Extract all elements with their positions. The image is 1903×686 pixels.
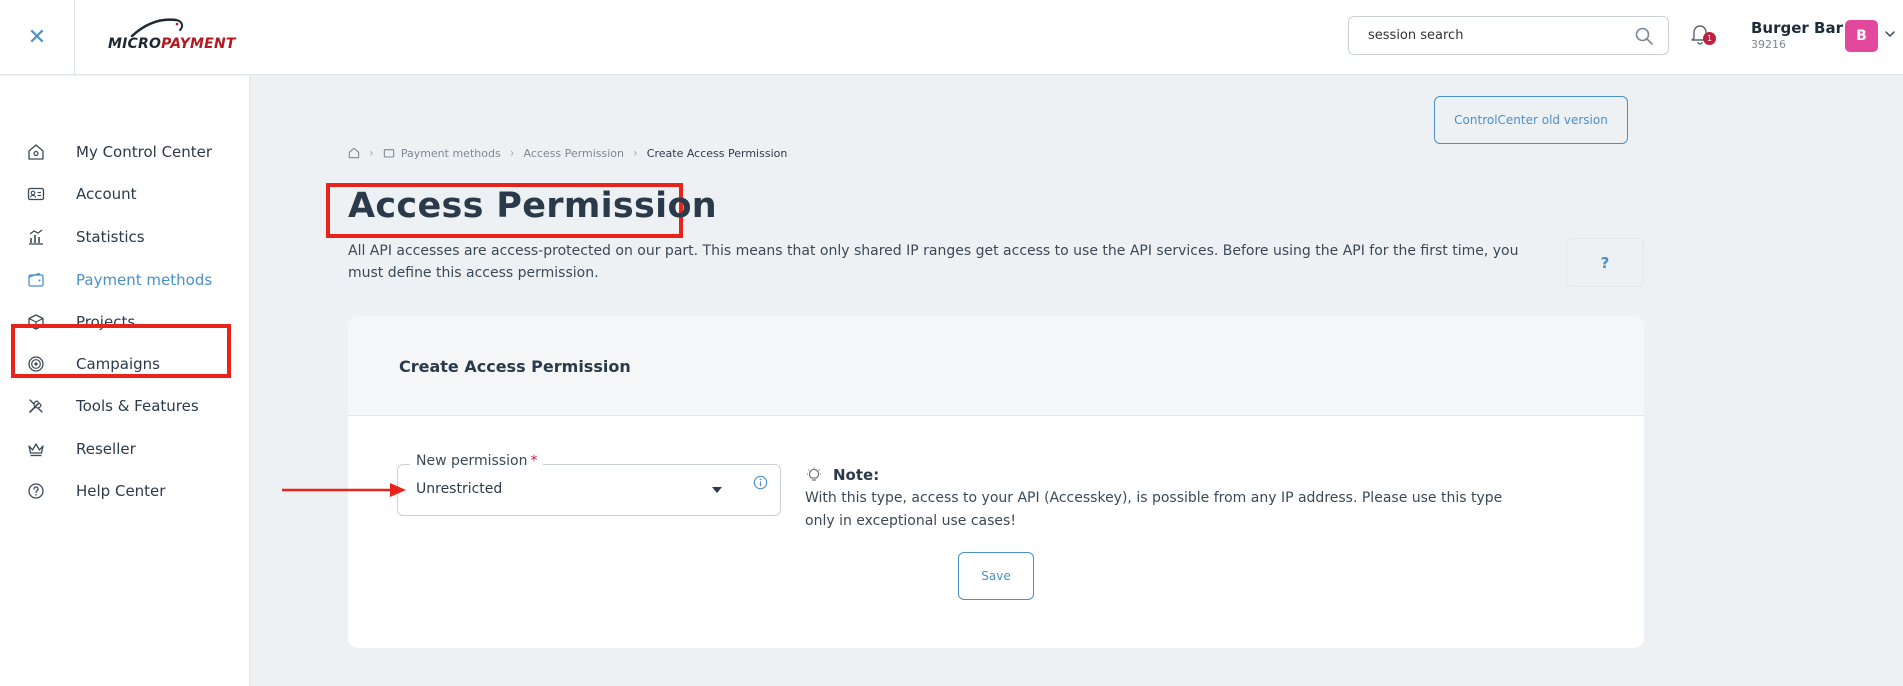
save-button[interactable]: Save — [958, 552, 1034, 600]
logo-text: MICROPAYMENT — [108, 36, 236, 52]
top-header: ✕ MICROPAYMENT 1 Burger Bar 39216 B — [0, 0, 1903, 75]
sidebar-item-account[interactable]: Account — [0, 173, 250, 215]
intro-text: All API accesses are access-protected on… — [348, 243, 1519, 281]
card-title: Create Access Permission — [399, 357, 631, 376]
lightbulb-icon — [807, 467, 821, 481]
new-permission-value: Unrestricted — [416, 481, 503, 497]
logo-payment: PAYMENT — [161, 36, 236, 52]
controlcenter-old-version-button[interactable]: ControlCenter old version — [1434, 96, 1628, 144]
session-search[interactable] — [1348, 16, 1669, 55]
sidebar-item-label: Tools & Features — [76, 397, 199, 415]
page-title: Access Permission — [348, 186, 718, 226]
user-id: 39216 — [1751, 38, 1786, 51]
breadcrumb-separator: › — [509, 146, 515, 160]
logo-micro: MICRO — [108, 36, 162, 52]
wallet-icon — [383, 149, 395, 158]
home-icon[interactable] — [348, 147, 360, 159]
note-title: Note: — [833, 466, 880, 484]
micropayment-logo[interactable]: MICROPAYMENT — [108, 18, 238, 58]
sidebar-item-help-center[interactable]: Help Center — [0, 470, 250, 512]
id-card-icon — [27, 187, 45, 201]
user-name: Burger Bar — [1751, 19, 1843, 37]
new-permission-label: New permission * — [410, 453, 544, 469]
search-icon[interactable] — [1634, 26, 1654, 46]
sidebar-item-label: Payment methods — [76, 271, 213, 289]
session-search-input[interactable] — [1368, 17, 1628, 54]
chevron-down-icon[interactable] — [1884, 28, 1896, 40]
breadcrumb-access-permission[interactable]: Access Permission — [524, 147, 624, 160]
tools-icon — [29, 399, 43, 413]
new-permission-select[interactable]: New permission * Unrestricted — [397, 453, 781, 516]
sidebar-item-label: Account — [76, 185, 137, 203]
breadcrumb-separator: › — [632, 146, 638, 160]
create-access-permission-card: Create Access Permission New permission *… — [348, 316, 1644, 648]
notifications-button[interactable]: 1 — [1690, 23, 1716, 49]
breadcrumb-payment-methods[interactable]: Payment methods — [401, 147, 501, 160]
caret-down-icon[interactable] — [712, 487, 722, 493]
note-box: Note: With this type, access to your API… — [805, 466, 1525, 533]
sidebar-item-label: My Control Center — [76, 143, 213, 161]
sidebar: My Control Center Account Statistics Pay… — [0, 76, 250, 686]
sidebar-item-label: Statistics — [76, 228, 145, 246]
crown-icon — [28, 443, 44, 457]
wallet-icon — [28, 272, 44, 287]
breadcrumb: › Payment methods › Access Permission › … — [348, 145, 787, 161]
logo-swoosh-icon — [130, 18, 184, 38]
highlight-box-payment-methods — [11, 324, 231, 378]
chart-icon — [29, 229, 43, 245]
note-header: Note: — [805, 466, 1525, 484]
sidebar-item-label: Help Center — [76, 482, 166, 500]
sidebar-item-label: Reseller — [76, 440, 136, 458]
note-text: With this type, access to your API (Acce… — [805, 490, 1503, 529]
home-icon — [28, 144, 44, 160]
close-icon[interactable]: ✕ — [28, 25, 46, 50]
sidebar-item-my-control-center[interactable]: My Control Center — [0, 131, 250, 173]
sidebar-item-reseller[interactable]: Reseller — [0, 428, 250, 470]
close-sidebar-button[interactable]: ✕ — [0, 0, 75, 75]
breadcrumb-separator: › — [369, 146, 374, 160]
card-header: Create Access Permission — [348, 316, 1644, 416]
help-circle-icon — [28, 483, 44, 499]
info-icon[interactable] — [753, 475, 768, 490]
required-mark: * — [530, 453, 538, 469]
sidebar-item-payment-methods[interactable]: Payment methods — [0, 259, 250, 301]
field-label-text: New permission — [416, 453, 528, 469]
help-button[interactable]: ? — [1566, 238, 1644, 287]
annotation-arrow-icon — [282, 483, 406, 497]
avatar[interactable]: B — [1845, 20, 1878, 52]
user-info[interactable]: Burger Bar 39216 — [1751, 19, 1843, 51]
breadcrumb-create-access-permission: Create Access Permission — [646, 146, 788, 160]
sidebar-item-tools-features[interactable]: Tools & Features — [0, 385, 250, 427]
sidebar-item-statistics[interactable]: Statistics — [0, 216, 250, 258]
notification-badge: 1 — [1703, 32, 1716, 45]
